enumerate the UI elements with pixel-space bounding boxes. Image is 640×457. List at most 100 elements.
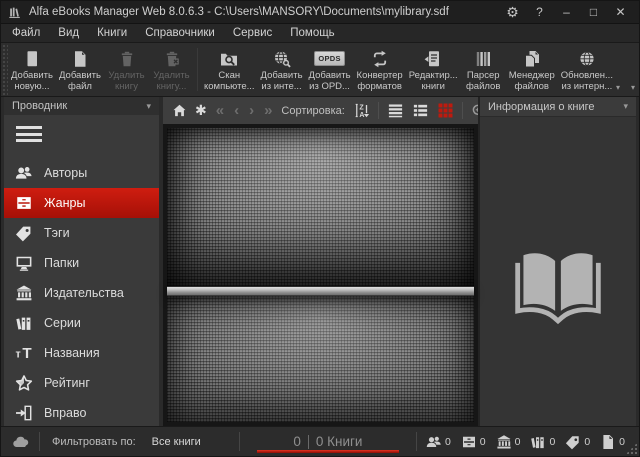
explorer-sidebar: Проводник ▾ Авторы Жанры Тэги Папки Изда… [4, 97, 159, 426]
sort-label: Сортировка: [281, 104, 345, 117]
carousel-front-panel [167, 296, 474, 422]
count-divider [307, 434, 309, 449]
opds-icon: OPDS [314, 48, 345, 69]
publishers-icon [15, 284, 33, 302]
explorer-header[interactable]: Проводник ▾ [4, 97, 159, 115]
detail-view-icon[interactable] [412, 102, 429, 119]
hamburger-menu-icon[interactable] [4, 115, 159, 151]
file-manager-button[interactable]: Менеджер файлов [506, 43, 558, 96]
sidebar-item-series[interactable]: Серии [4, 308, 159, 338]
maximize-button[interactable]: □ [582, 2, 605, 22]
add-from-internet-icon [272, 48, 292, 69]
statusbar-separator [415, 432, 417, 451]
main-area: Проводник ▾ Авторы Жанры Тэги Папки Изда… [1, 97, 639, 426]
scan-computer-icon [219, 48, 239, 69]
filter-value[interactable]: Все книги [152, 436, 201, 448]
delete-book-file-icon [162, 48, 182, 69]
sidebar-item-authors[interactable]: Авторы [4, 158, 159, 188]
list-view-icon[interactable] [387, 102, 404, 119]
total-books-label: 0 Книги [315, 434, 363, 449]
settings-icon[interactable]: ⚙ [501, 2, 524, 22]
genres-icon [461, 434, 477, 450]
toolbar-separator [197, 48, 198, 91]
menu-books[interactable]: Книги [88, 24, 136, 42]
sort-order-icon[interactable]: ZA [353, 102, 370, 119]
folders-icon [15, 254, 33, 272]
book-info-panel: Информация о книге ▾ [480, 97, 636, 426]
sidebar-item-rating[interactable]: Рейтинг [4, 368, 159, 398]
stat-tags: 0 [565, 434, 590, 450]
publishers-icon [496, 434, 512, 450]
library-stats: 0 0 0 0 0 0 [426, 434, 625, 450]
menu-service[interactable]: Сервис [224, 24, 281, 42]
menu-file[interactable]: Файл [3, 24, 49, 42]
genres-icon [15, 194, 33, 212]
svg-text:A: A [359, 111, 364, 119]
file-manager-icon [522, 48, 542, 69]
nav-forward-icon[interactable]: › [248, 103, 255, 118]
rating-icon [15, 374, 33, 392]
menu-help[interactable]: Помощь [281, 24, 343, 42]
title-bar: Alfa eBooks Manager Web 8.0.6.3 - C:\Use… [1, 1, 639, 23]
scan-computer-button[interactable]: Скан компьюте... [201, 43, 258, 96]
stat-authors: 0 [426, 434, 451, 450]
tags-icon [15, 224, 33, 242]
toolbar-overflow-icon[interactable]: ▾ [616, 83, 620, 92]
add-new-book-icon [22, 48, 42, 69]
statusbar-separator [39, 432, 40, 451]
nav-back-icon[interactable]: ‹ [233, 103, 240, 118]
add-file-icon [70, 48, 90, 69]
stat-genres: 0 [461, 434, 486, 450]
stat-publishers: 0 [496, 434, 520, 450]
help-icon[interactable]: ? [528, 2, 551, 22]
sidebar-item-folders[interactable]: Папки [4, 248, 159, 278]
window-title: Alfa eBooks Manager Web 8.0.6.3 - C:\Use… [29, 6, 449, 18]
menu-view[interactable]: Вид [49, 24, 88, 42]
tags-icon [565, 434, 581, 450]
sidebar-item-genres[interactable]: Жанры [4, 187, 159, 218]
sidebar-item-publishers[interactable]: Издательства [4, 278, 159, 308]
nav-first-icon[interactable]: « [215, 103, 225, 118]
close-button[interactable]: ✕ [609, 2, 632, 22]
home-icon[interactable] [172, 103, 187, 118]
delete-book-file-button[interactable]: Удалить книгу... [149, 43, 194, 96]
favorites-icon[interactable]: ✱ [195, 102, 207, 119]
toolbar-overflow-icon-2[interactable]: ▾ [631, 83, 635, 92]
add-new-book-button[interactable]: Добавить новую... [8, 43, 56, 96]
add-from-opds-button[interactable]: OPDS Добавить из OPD... [306, 43, 354, 96]
edit-book-button[interactable]: Редактир... книги [406, 43, 461, 96]
book-view: ✱ « ‹ › » Сортировка: ZA [163, 97, 510, 426]
files-icon [600, 434, 616, 450]
stat-files: 0 [600, 434, 625, 450]
resize-grip[interactable] [626, 443, 637, 454]
book-count-block: 0 0 Книги [249, 427, 407, 456]
chevron-down-icon: ▾ [146, 100, 151, 111]
selected-count: 0 [293, 434, 301, 449]
add-file-button[interactable]: Добавить файл [56, 43, 104, 96]
update-from-internet-button[interactable]: Обновлен... из интерн... [558, 43, 616, 96]
delete-book-button[interactable]: Удалить книгу [104, 43, 149, 96]
grid-view-icon[interactable] [437, 102, 454, 119]
sidebar-item-move-right[interactable]: Вправо [4, 398, 159, 427]
add-from-internet-button[interactable]: Добавить из инте... [258, 43, 306, 96]
format-converter-button[interactable]: Конвертер форматов [354, 43, 406, 96]
main-toolbar: Добавить новую... Добавить файл Удалить кни… [1, 42, 639, 97]
authors-icon [426, 434, 442, 450]
open-book-placeholder-icon [510, 243, 606, 325]
menu-references[interactable]: Справочники [136, 24, 224, 42]
sidebar-item-titles[interactable]: Названия [4, 338, 159, 368]
series-icon [15, 314, 33, 332]
series-icon [530, 434, 546, 450]
file-parser-button[interactable]: Парсер файлов [461, 43, 506, 96]
move-right-icon [15, 404, 33, 422]
nav-last-icon[interactable]: » [263, 103, 273, 118]
book-carousel [163, 124, 478, 426]
app-window: Alfa eBooks Manager Web 8.0.6.3 - C:\Use… [0, 0, 640, 457]
chevron-down-icon: ▾ [623, 101, 628, 111]
toolbar-separator [461, 102, 463, 119]
book-view-toolbar: ✱ « ‹ › » Сортировка: ZA [163, 97, 510, 124]
cloud-sync-icon[interactable] [12, 433, 30, 451]
minimize-button[interactable]: – [555, 2, 578, 22]
sidebar-item-tags[interactable]: Тэги [4, 218, 159, 248]
book-info-header[interactable]: Информация о книге ▾ [480, 97, 636, 117]
